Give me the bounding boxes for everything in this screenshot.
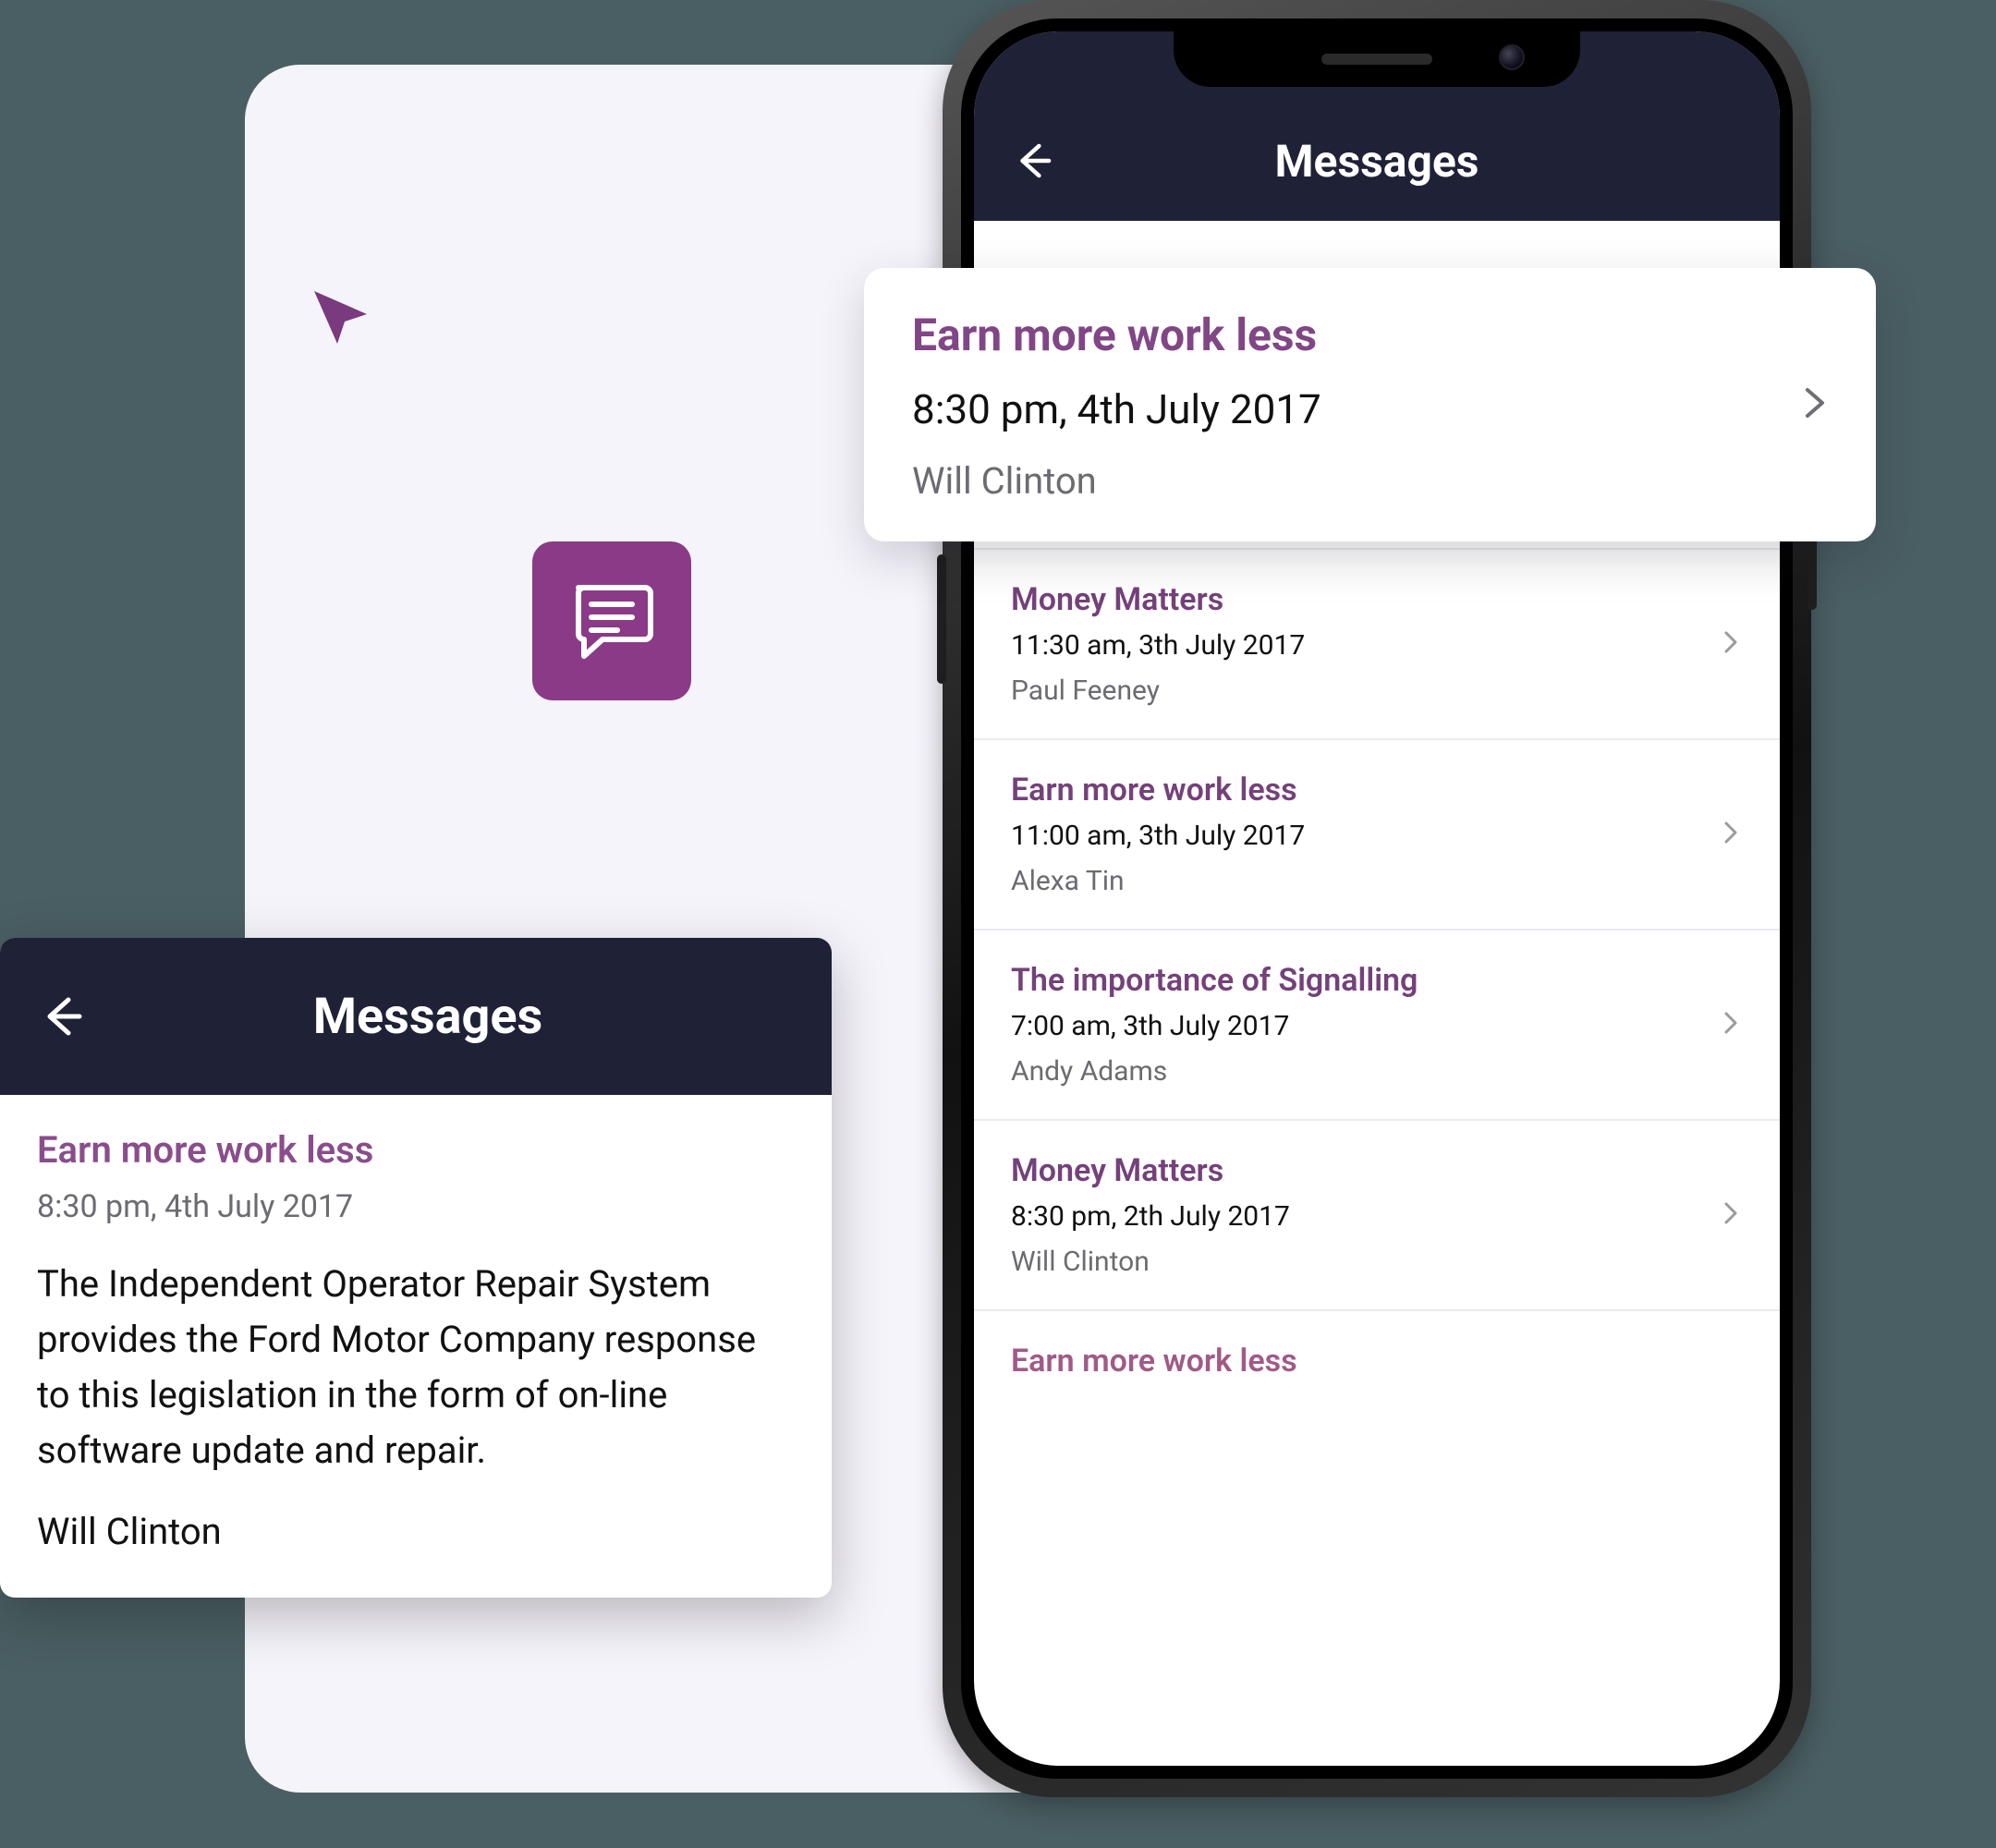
back-arrow-icon[interactable]	[1011, 138, 1057, 188]
featured-message-card[interactable]: Earn more work less 8:30 pm, 4th July 20…	[864, 268, 1876, 541]
phone-notch	[1174, 31, 1580, 87]
stage: Messages Earn more work less 8:30 pm, 4t…	[0, 0, 1996, 1848]
detail-body: The Independent Operator Repair System p…	[37, 1257, 795, 1478]
message-author: Will Clinton	[1011, 1246, 1743, 1278]
app-header-title: Messages	[1275, 135, 1479, 188]
featured-author: Will Clinton	[912, 459, 1828, 503]
message-author: Andy Adams	[1011, 1055, 1743, 1088]
detail-author: Will Clinton	[37, 1510, 795, 1553]
message-timestamp: 11:00 am, 3th July 2017	[1011, 820, 1743, 852]
message-row[interactable]: Earn more work less	[974, 1311, 1780, 1391]
chevron-right-icon	[1719, 1011, 1743, 1039]
message-subject: Earn more work less	[1011, 1343, 1743, 1380]
message-row[interactable]: Earn more work less 11:00 am, 3th July 2…	[974, 740, 1780, 930]
message-timestamp: 7:00 am, 3th July 2017	[1011, 1010, 1743, 1042]
detail-subject: Earn more work less	[37, 1128, 795, 1172]
message-row[interactable]: Money Matters 11:30 am, 3th July 2017 Pa…	[974, 550, 1780, 740]
chevron-right-icon	[1719, 1201, 1743, 1229]
cursor-icon	[310, 286, 374, 351]
featured-timestamp: 8:30 pm, 4th July 2017	[912, 385, 1828, 433]
chevron-right-icon	[1719, 630, 1743, 658]
message-timestamp: 8:30 pm, 2th July 2017	[1011, 1200, 1743, 1233]
featured-subject: Earn more work less	[912, 309, 1828, 361]
detail-header: Messages	[0, 938, 832, 1095]
message-row[interactable]: Money Matters 8:30 pm, 2th July 2017 Wil…	[974, 1121, 1780, 1311]
message-subject: The importance of Signalling	[1011, 962, 1743, 999]
message-subject: Earn more work less	[1011, 772, 1743, 808]
chevron-right-icon	[1719, 821, 1743, 848]
detail-header-title: Messages	[313, 988, 543, 1046]
message-subject: Money Matters	[1011, 1152, 1743, 1189]
chevron-right-icon	[1796, 384, 1833, 425]
message-author: Alexa Tin	[1011, 865, 1743, 897]
message-row[interactable]: The importance of Signalling 7:00 am, 3t…	[974, 930, 1780, 1121]
phone-side-button	[937, 554, 946, 684]
message-timestamp: 11:30 am, 3th July 2017	[1011, 629, 1743, 662]
message-subject: Money Matters	[1011, 581, 1743, 618]
phone-camera	[1499, 44, 1525, 70]
message-author: Paul Feeney	[1011, 675, 1743, 707]
message-detail-card: Messages Earn more work less 8:30 pm, 4t…	[0, 938, 832, 1598]
chat-icon	[532, 541, 691, 700]
phone-speaker	[1321, 54, 1432, 65]
detail-timestamp: 8:30 pm, 4th July 2017	[37, 1188, 795, 1225]
